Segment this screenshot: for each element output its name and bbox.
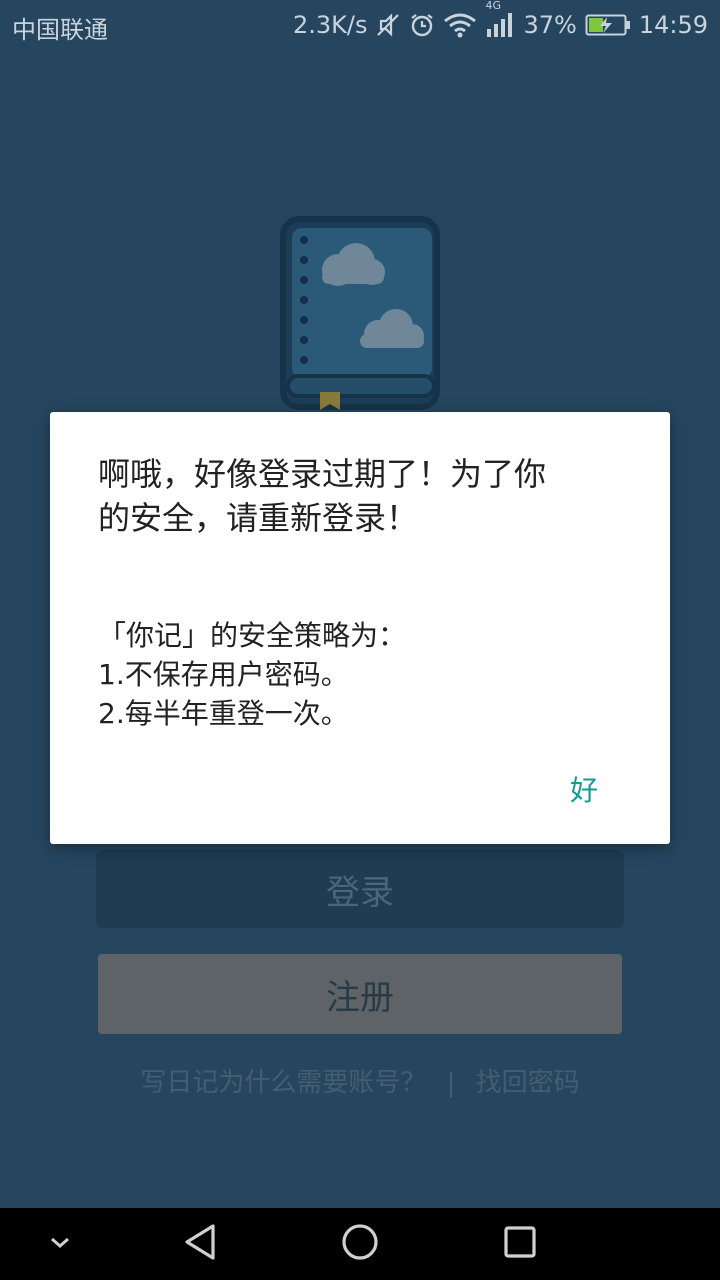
- alarm-icon: [409, 12, 435, 38]
- recover-password-link[interactable]: 找回密码: [476, 1068, 580, 1098]
- nav-recents-button[interactable]: [490, 1208, 550, 1280]
- carrier-name: 中国联通: [12, 16, 108, 44]
- signal-icon: 4G: [485, 0, 515, 39]
- net-speed: 2.3K/s: [292, 11, 368, 39]
- dialog-message-line: 「你记」的安全策略为：: [98, 619, 407, 652]
- back-triangle-icon: [182, 1223, 218, 1265]
- mute-icon: [375, 12, 401, 38]
- login-button[interactable]: 登录: [96, 850, 624, 928]
- register-button[interactable]: 注册: [98, 954, 622, 1034]
- clock-time: 14:59: [638, 11, 708, 39]
- dialog-title-line: 啊哦，好像登录过期了！为了你: [98, 455, 547, 493]
- dialog-title-line: 的安全，请重新登录！: [98, 499, 419, 537]
- why-account-link[interactable]: 写日记为什么需要账号？: [140, 1068, 426, 1098]
- nav-home-button[interactable]: [330, 1208, 390, 1280]
- session-expired-dialog: 啊哦，好像登录过期了！为了你 的安全，请重新登录！ 「你记」的安全策略为： 1.…: [50, 412, 670, 844]
- battery-charging-icon: [585, 13, 631, 37]
- dialog-message: 「你记」的安全策略为： 1.不保存用户密码。 2.每半年重登一次。: [98, 616, 618, 733]
- nav-hide-button[interactable]: [30, 1208, 90, 1280]
- chevron-down-icon: [49, 1235, 71, 1254]
- dialog-ok-button[interactable]: 好: [554, 766, 614, 812]
- wifi-icon: [443, 12, 477, 38]
- home-circle-icon: [341, 1223, 379, 1265]
- dialog-message-line: 1.不保存用户密码。: [98, 658, 349, 691]
- status-icons: 2.3K/s 4G 37% 14:59: [292, 0, 708, 42]
- navigation-bar: [0, 1208, 720, 1280]
- bottom-links: 写日记为什么需要账号？ | 找回密码: [0, 1062, 720, 1099]
- link-separator: |: [446, 1068, 456, 1098]
- app-logo-diary-icon: [280, 216, 440, 412]
- screen: 中国联通 2.3K/s 4G 37% 14:59 登录 注册 写日记为什么需要账…: [0, 0, 720, 1280]
- dialog-title: 啊哦，好像登录过期了！为了你 的安全，请重新登录！: [98, 452, 618, 540]
- network-type: 4G: [485, 0, 502, 12]
- status-bar: 中国联通 2.3K/s 4G 37% 14:59: [0, 0, 720, 50]
- recents-square-icon: [503, 1225, 537, 1263]
- nav-back-button[interactable]: [170, 1208, 230, 1280]
- dialog-message-line: 2.每半年重登一次。: [98, 697, 349, 730]
- battery-percent: 37%: [523, 11, 577, 39]
